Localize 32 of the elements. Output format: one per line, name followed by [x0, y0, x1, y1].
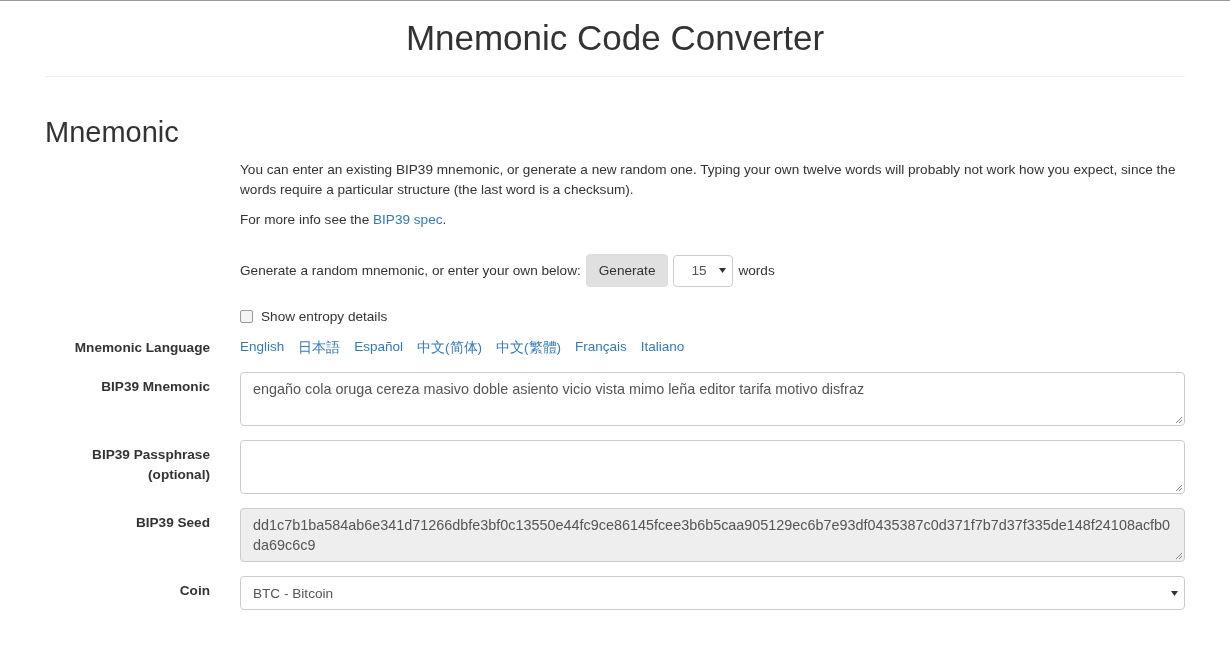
section-title: Mnemonic	[45, 116, 180, 149]
info-sentence: For more info see the BIP39 spec.	[240, 211, 448, 230]
resize-grip-icon[interactable]	[1175, 552, 1182, 560]
spec-link[interactable]: BIP39 spec	[373, 212, 443, 228]
language-link[interactable]: 日本語	[298, 339, 341, 358]
field-label: BIP39 Mnemonic	[100, 378, 210, 397]
caret-icon	[719, 268, 727, 274]
words-label: words	[738, 263, 775, 279]
field-label: BIP39 Seed	[134, 514, 210, 533]
language-link[interactable]: 中文(简体)	[417, 339, 483, 358]
page-title: Mnemonic Code Converter	[404, 19, 826, 58]
resize-grip-icon[interactable]	[1175, 484, 1182, 492]
text-area[interactable]: dd1c7b1ba584ab6e341d71266dbfe3bf0c13550e44fc9ce86145fcee3b6b5caa905129ec6b7e93df0435387c0d371f7b7d37f335de148f24108acfb0da69c6c9	[240, 508, 1185, 563]
language-link[interactable]: Español	[354, 339, 404, 358]
resize-grip-icon[interactable]	[1175, 416, 1182, 424]
text-area[interactable]: engaño cola oruga cereza masivo doble asiento vicio vista mimo leña editor tarifa motivo disfraz	[240, 372, 1185, 427]
language-link[interactable]: Italiano	[640, 339, 685, 358]
intro-paragraph: You can enter an existing BIP39 mnemonic, or generate a new random one. Typing your own twelve words will probably not work how you expect, since the words require a particular structure (the last word is a checksum).	[240, 161, 1177, 200]
word-count-select[interactable]: 15	[673, 254, 734, 287]
entropy-checkbox[interactable]	[240, 310, 253, 324]
entropy-label: Show entropy details	[261, 309, 388, 325]
coin-select[interactable]: BTC - Bitcoin	[240, 576, 1185, 611]
field-label: BIP39 Passphrase (optional)	[91, 446, 210, 485]
language-link[interactable]: 中文(繁體)	[496, 339, 562, 358]
language-link[interactable]: English	[240, 339, 285, 358]
language-link[interactable]: Français	[575, 339, 627, 358]
language-label: Mnemonic Language	[73, 339, 210, 358]
generate-label: Generate a random mnemonic, or enter your own below:	[240, 263, 581, 279]
caret-icon	[1171, 590, 1178, 596]
generate-button[interactable]: Generate	[585, 254, 669, 288]
text-area[interactable]	[240, 440, 1185, 495]
field-label: Coin	[178, 582, 210, 601]
